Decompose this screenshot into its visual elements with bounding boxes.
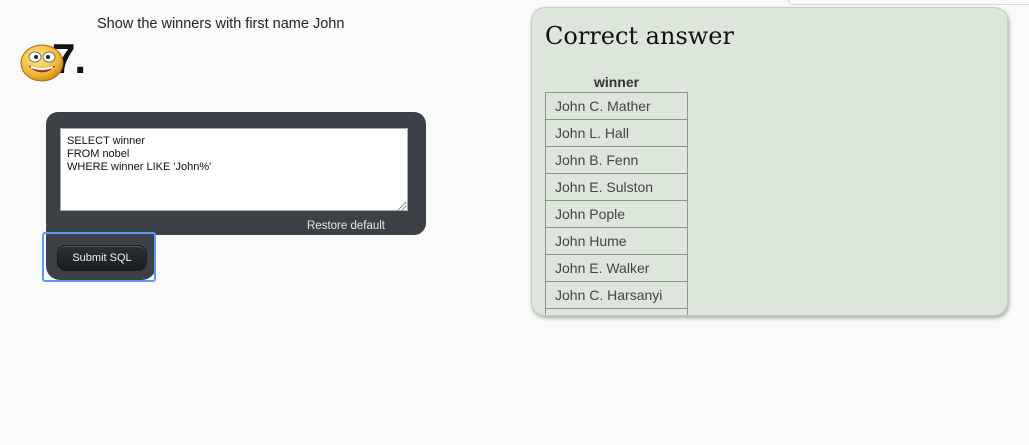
question-text: Show the winners with first name John: [97, 16, 345, 32]
table-row: John Pople: [545, 200, 688, 228]
table-cell: John B. Fenn: [545, 146, 688, 174]
sql-query-textarea[interactable]: SELECT winner FROM nobel WHERE winner LI…: [60, 128, 408, 211]
table-row: John Hume: [545, 227, 688, 255]
table-row: John E. Sulston: [545, 173, 688, 201]
table-cell: John E. Sulston: [545, 173, 688, 201]
table-cell: John C. Mather: [545, 92, 688, 120]
table-row: John B. Fenn: [545, 146, 688, 174]
sql-editor-panel: SELECT winner FROM nobel WHERE winner LI…: [46, 112, 426, 235]
page: Show the winners with first name John 7.…: [0, 0, 1029, 445]
table-cell: John E. Walker: [545, 254, 688, 282]
correct-answer-title: Correct answer: [545, 22, 734, 50]
table-row: John C. Harsanyi: [545, 281, 688, 309]
smiley-icon: [20, 44, 64, 82]
table-cell: John C. Harsanyi: [545, 281, 688, 309]
correct-answer-panel: Correct answer winner John C. Mather Joh…: [531, 7, 1008, 316]
question-number-block: 7.: [20, 35, 110, 85]
table-row: John C. Mather: [545, 92, 688, 120]
column-header-winner: winner: [593, 74, 640, 90]
submit-sql-button[interactable]: Submit SQL: [57, 245, 147, 271]
table-row: John L. Hall: [545, 119, 688, 147]
table-row: John E. Walker: [545, 254, 688, 282]
top-edge-frame: [788, 0, 1029, 5]
answer-table: winner John C. Mather John L. Hall John …: [545, 72, 688, 315]
resize-grip-icon[interactable]: [397, 203, 405, 211]
restore-default-link[interactable]: Restore default: [307, 220, 385, 232]
table-cell: John Hume: [545, 227, 688, 255]
table-cell: John Pople: [545, 200, 688, 228]
table-cell: [545, 308, 688, 315]
table-cell: John L. Hall: [545, 119, 688, 147]
table-row: [545, 308, 688, 315]
